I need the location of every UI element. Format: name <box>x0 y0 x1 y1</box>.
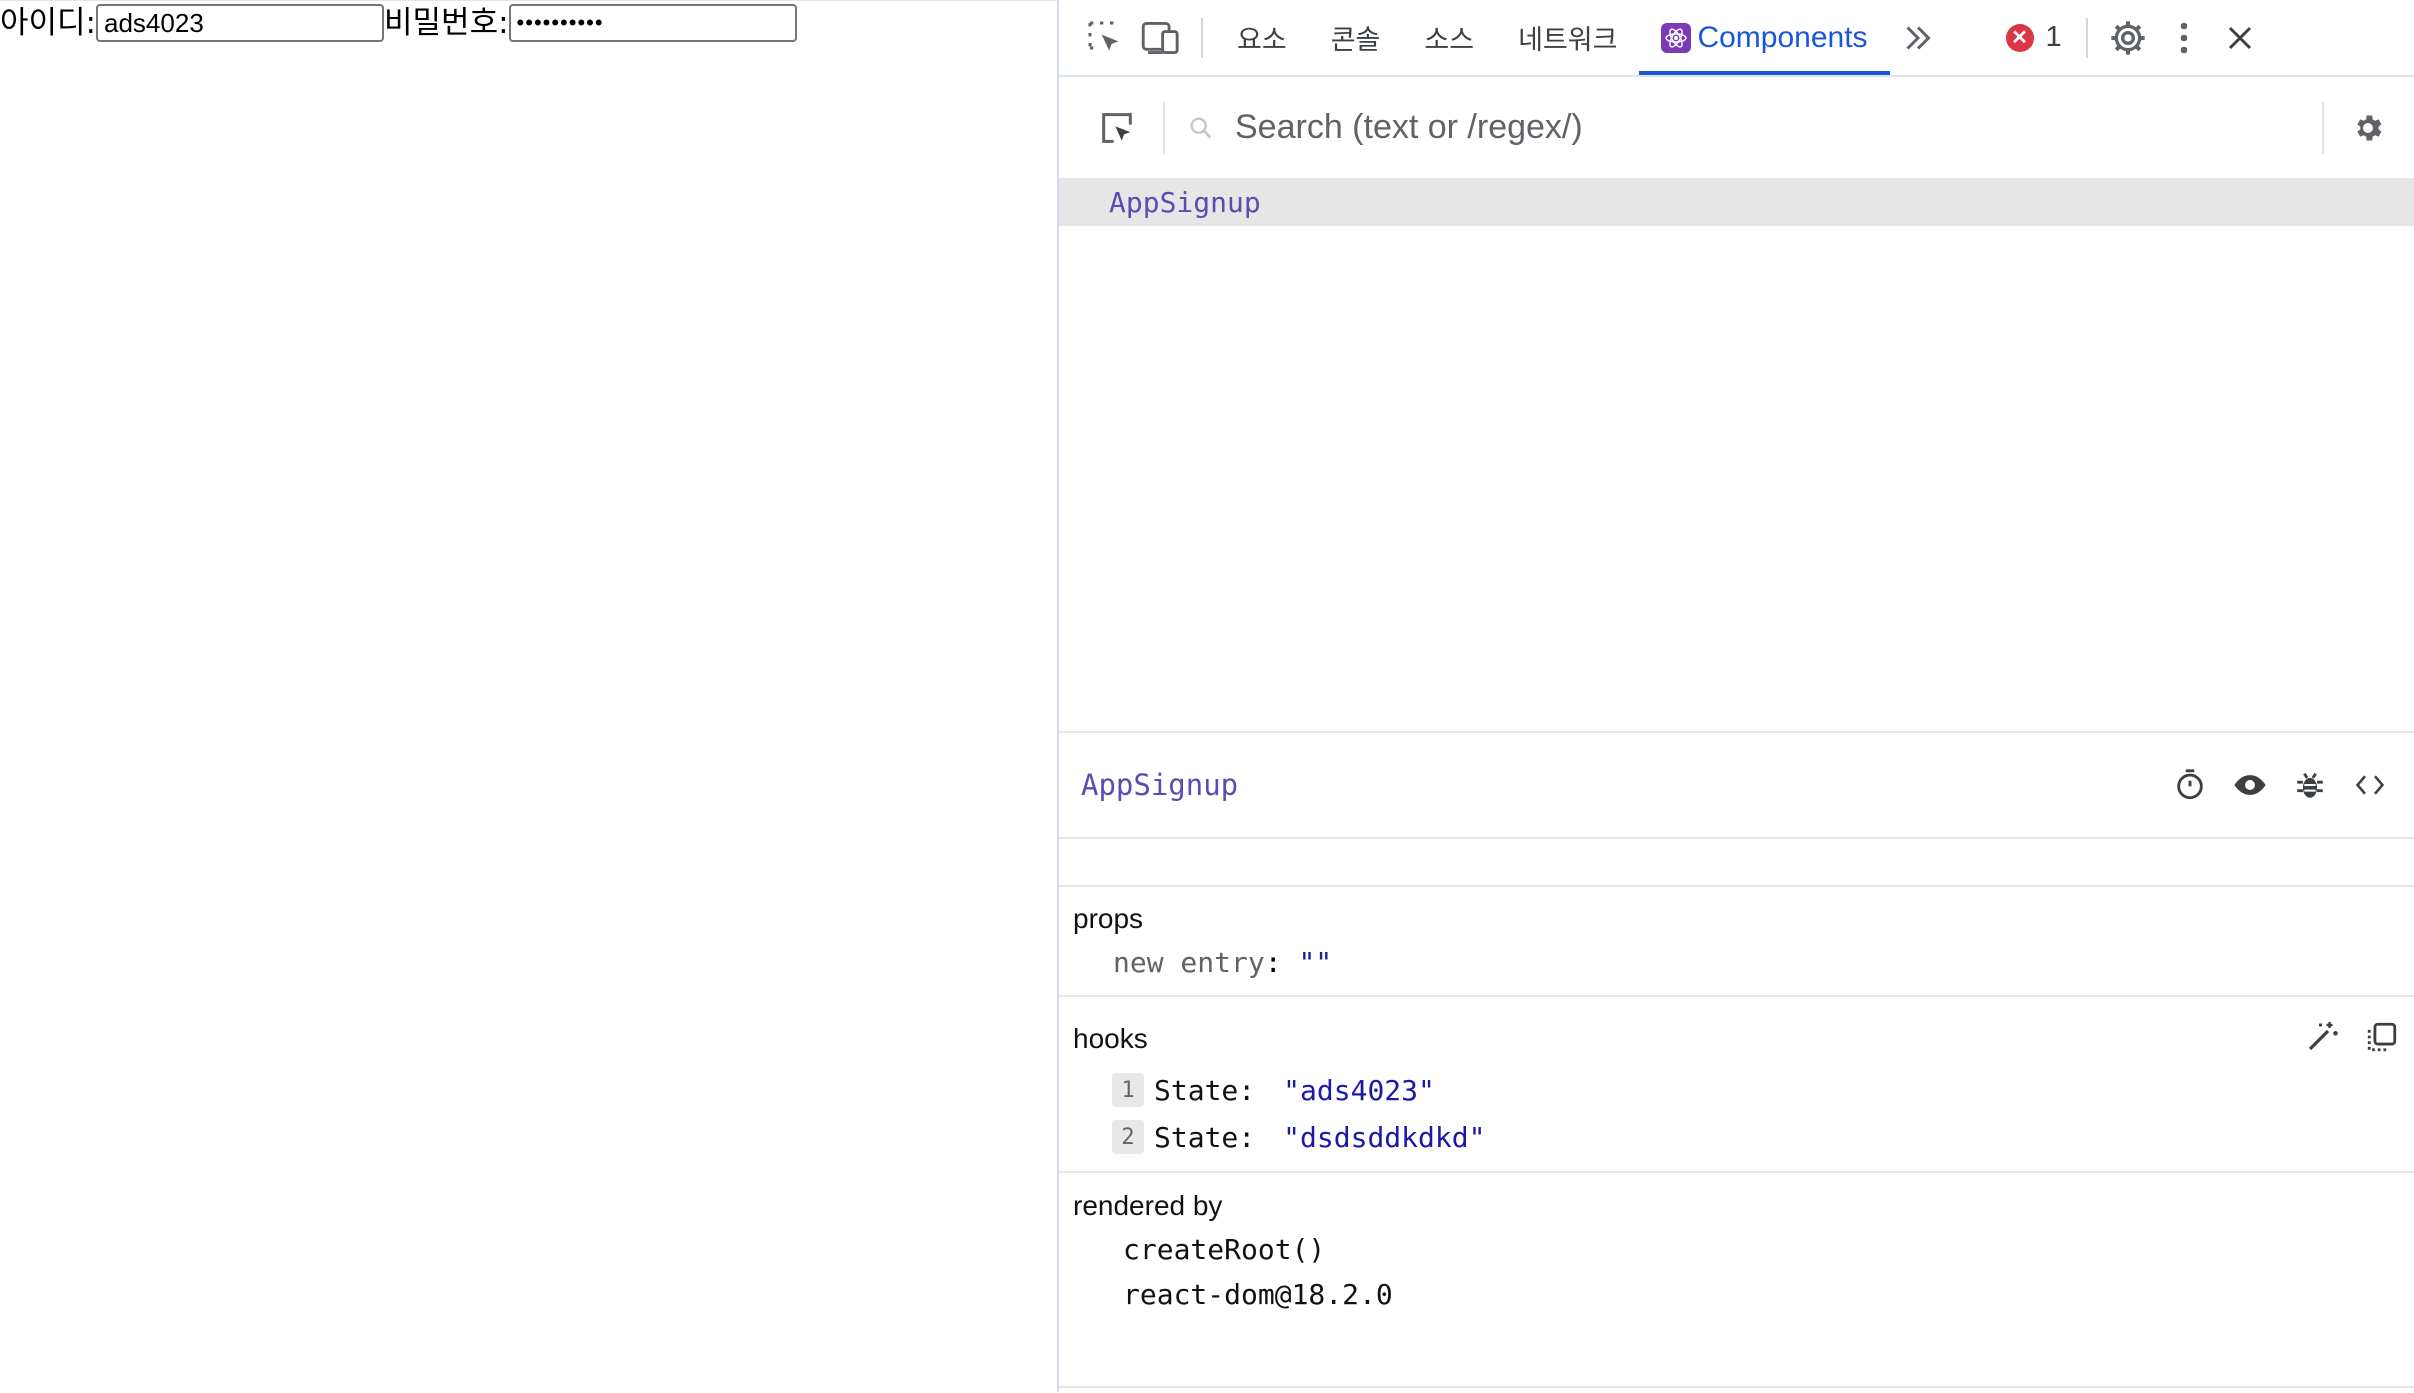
divider <box>1059 995 2414 997</box>
hook-index: 1 <box>1112 1073 1144 1107</box>
component-search-bar <box>1059 77 2414 180</box>
error-count-badge[interactable]: ✕ 1 <box>2005 21 2062 54</box>
search-icon <box>1181 114 1221 142</box>
close-icon[interactable] <box>2212 10 2268 66</box>
search-separator-2 <box>2322 101 2324 154</box>
hook-value: "dsdsddkdkd" <box>1283 1120 1486 1154</box>
error-count: 1 <box>2045 21 2062 53</box>
hook-row[interactable]: 2 State: "dsdsddkdkd" <box>1112 1120 1485 1154</box>
device-toolbar-icon[interactable] <box>1133 10 1189 66</box>
error-icon: ✕ <box>2005 23 2034 52</box>
tabbar-separator <box>1201 17 1203 58</box>
rendered-page: 아이디: 비밀번호: <box>0 0 1057 1393</box>
id-label: 아이디: <box>0 5 97 41</box>
search-separator <box>1163 101 1165 154</box>
password-label: 비밀번호: <box>384 5 509 41</box>
more-tabs-chevron-icon[interactable] <box>1890 10 1946 66</box>
password-input[interactable] <box>508 4 797 42</box>
eye-icon[interactable] <box>2220 755 2280 815</box>
tab-console[interactable]: 콘솔 <box>1309 0 1403 75</box>
react-icon <box>1661 22 1692 53</box>
tab-network[interactable]: 네트워크 <box>1496 0 1639 75</box>
tab-elements[interactable]: 요소 <box>1215 0 1309 75</box>
bug-icon[interactable] <box>2280 755 2340 815</box>
bottom-border <box>1059 1386 2414 1388</box>
hook-row[interactable]: 1 State: "ads4023" <box>1112 1073 1435 1107</box>
component-tree <box>1059 226 2414 733</box>
tabbar-separator-2 <box>2085 17 2088 58</box>
tree-item-appsignup[interactable]: AppSignup <box>1059 180 2414 226</box>
inspector-header: AppSignup <box>1059 733 2414 839</box>
hooks-title: hooks <box>1073 1023 1148 1054</box>
view-source-icon[interactable] <box>2340 755 2400 815</box>
inspector-spacer <box>1059 839 2414 887</box>
magic-wand-icon[interactable] <box>2298 1013 2346 1061</box>
props-entry-value: "" <box>1298 946 1333 979</box>
select-component-icon[interactable] <box>1087 98 1147 158</box>
devtools-panel: 요소 콘솔 소스 네트워크 Components ✕ 1 Search (tex… <box>1057 0 2414 1392</box>
tab-components[interactable]: Components <box>1639 0 1890 75</box>
timer-icon[interactable] <box>2160 755 2220 815</box>
hook-value: "ads4023" <box>1283 1073 1435 1107</box>
divider <box>1059 1171 2414 1173</box>
props-entry[interactable]: new entry: "" <box>1113 946 1332 979</box>
component-settings-gear-icon[interactable] <box>2344 104 2392 152</box>
props-entry-key: new entry <box>1113 946 1265 979</box>
props-title: props <box>1073 903 1144 934</box>
inspect-element-icon[interactable] <box>1077 10 1133 66</box>
hook-key: State: <box>1154 1120 1256 1154</box>
tab-sources[interactable]: 소스 <box>1402 0 1496 75</box>
hook-index: 2 <box>1112 1120 1144 1154</box>
id-input[interactable] <box>96 4 385 42</box>
rendered-by-title: rendered by <box>1073 1190 1223 1221</box>
inspected-component-name: AppSignup <box>1081 768 1239 802</box>
login-form: 아이디: 비밀번호: <box>0 3 797 43</box>
kebab-menu-icon[interactable] <box>2156 10 2212 66</box>
devtools-tabbar: 요소 콘솔 소스 네트워크 Components ✕ 1 <box>1059 0 2414 77</box>
tab-components-label: Components <box>1697 20 1868 54</box>
rendered-by-item: react-dom@18.2.0 <box>1123 1278 1393 1311</box>
copy-icon[interactable] <box>2358 1013 2406 1061</box>
settings-gear-icon[interactable] <box>2100 10 2156 66</box>
rendered-by-item: createRoot() <box>1123 1233 1326 1266</box>
hook-key: State: <box>1154 1073 1256 1107</box>
search-input[interactable] <box>1221 107 2322 148</box>
